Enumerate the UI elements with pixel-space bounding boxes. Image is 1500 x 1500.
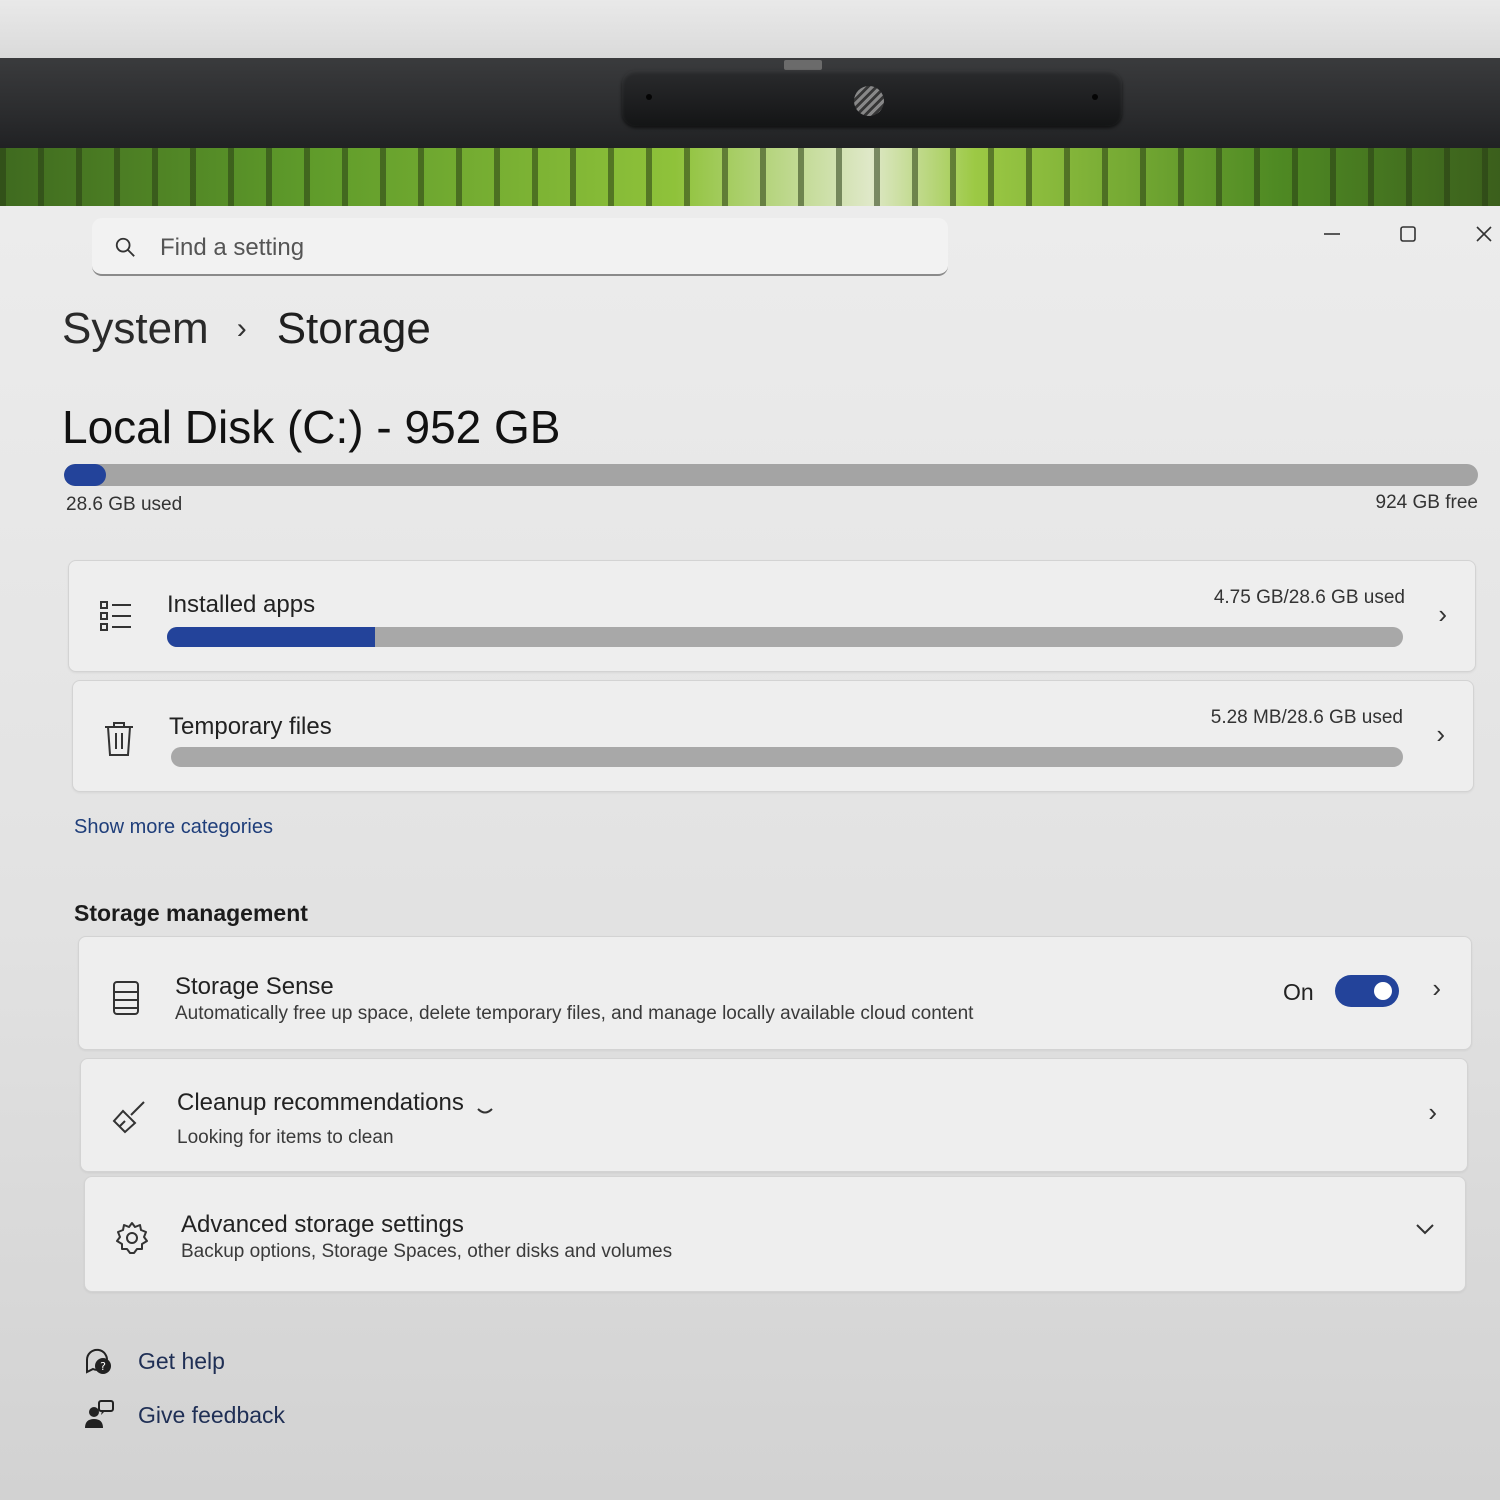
category-usage-fill (167, 627, 375, 647)
trash-icon (105, 722, 133, 756)
cleanup-label: Cleanup recommendations (177, 1089, 464, 1116)
storage-sense-toggle[interactable] (1335, 975, 1399, 1007)
storage-sense-row[interactable]: Storage Sense Automatically free up spac… (78, 936, 1472, 1050)
breadcrumb-system[interactable]: System (62, 304, 209, 354)
search-box[interactable] (92, 218, 948, 276)
desktop-wallpaper (0, 148, 1500, 208)
search-icon (115, 237, 135, 257)
loading-spinner-icon (477, 1108, 493, 1114)
storage-sense-toggle-label: On (1283, 979, 1314, 1005)
list-icon (100, 601, 131, 631)
disk-usage-bar (64, 464, 1478, 486)
chevron-right-icon: › (1432, 973, 1441, 1003)
storage-sense-description: Automatically free up space, delete temp… (175, 1003, 974, 1024)
search-input[interactable] (158, 232, 922, 264)
give-feedback-label: Give feedback (138, 1401, 286, 1428)
minimize-button[interactable] (1312, 216, 1352, 252)
advanced-storage-description: Backup options, Storage Spaces, other di… (181, 1241, 673, 1262)
sensor-dot (646, 94, 652, 100)
feedback-icon (85, 1400, 114, 1428)
chevron-right-icon: › (1438, 599, 1447, 629)
gear-icon (116, 1222, 148, 1254)
chevron-right-icon: › (1428, 1097, 1437, 1127)
category-temporary-files[interactable]: Temporary files 5.28 MB/28.6 GB used › (72, 680, 1474, 792)
disk-free-label: 924 GB free (1375, 492, 1478, 513)
advanced-storage-settings-row[interactable]: Advanced storage settings Backup options… (84, 1176, 1466, 1292)
storage-drive-icon (113, 981, 139, 1015)
breadcrumb: System › Storage (62, 304, 431, 354)
get-help-label: Get help (138, 1347, 225, 1374)
disk-title: Local Disk (C:) - 952 GB (62, 401, 561, 453)
close-icon (1476, 226, 1492, 242)
bezel-notch (784, 60, 822, 70)
category-label: Installed apps (167, 591, 316, 618)
help-icon: ? (85, 1348, 111, 1374)
toggle-knob (1374, 982, 1392, 1000)
minimize-icon (1324, 233, 1340, 235)
cleanup-description: Looking for items to clean (177, 1127, 394, 1148)
get-help-link[interactable]: ? Get help (84, 1346, 225, 1376)
storage-management-heading: Storage management (74, 900, 308, 926)
show-more-categories-link[interactable]: Show more categories (74, 816, 273, 839)
give-feedback-link[interactable]: Give feedback (84, 1400, 285, 1430)
storage-sense-label: Storage Sense (175, 973, 334, 1000)
disk-used-label: 28.6 GB used (66, 494, 183, 515)
category-usage-bar (171, 747, 1403, 767)
disk-usage-fill (64, 464, 107, 486)
chevron-down-icon (1416, 1224, 1434, 1235)
category-usage: 5.28 MB/28.6 GB used (1210, 707, 1403, 728)
webcam-shutter (622, 70, 1122, 126)
webcam-lens (854, 86, 884, 116)
page-title: Storage (276, 304, 431, 353)
category-usage-bar (167, 627, 1403, 647)
category-label: Temporary files (169, 713, 332, 740)
svg-text:?: ? (100, 1360, 106, 1373)
cleanup-recommendations-row[interactable]: Cleanup recommendations Looking for item… (80, 1058, 1468, 1172)
close-button[interactable] (1464, 216, 1500, 252)
laptop-bezel-top (0, 0, 1500, 62)
settings-window: System › Storage Local Disk (C:) - 952 G… (0, 206, 1500, 1500)
category-usage: 4.75 GB/28.6 GB used (1213, 587, 1405, 608)
maximize-icon (1400, 226, 1416, 242)
sensor-dot (1092, 94, 1098, 100)
breadcrumb-separator: › (236, 312, 247, 345)
maximize-button[interactable] (1388, 216, 1428, 252)
advanced-storage-label: Advanced storage settings (181, 1211, 464, 1238)
chevron-right-icon: › (1436, 719, 1445, 749)
category-installed-apps[interactable]: Installed apps 4.75 GB/28.6 GB used › (68, 560, 1476, 672)
broom-icon (112, 1101, 145, 1134)
